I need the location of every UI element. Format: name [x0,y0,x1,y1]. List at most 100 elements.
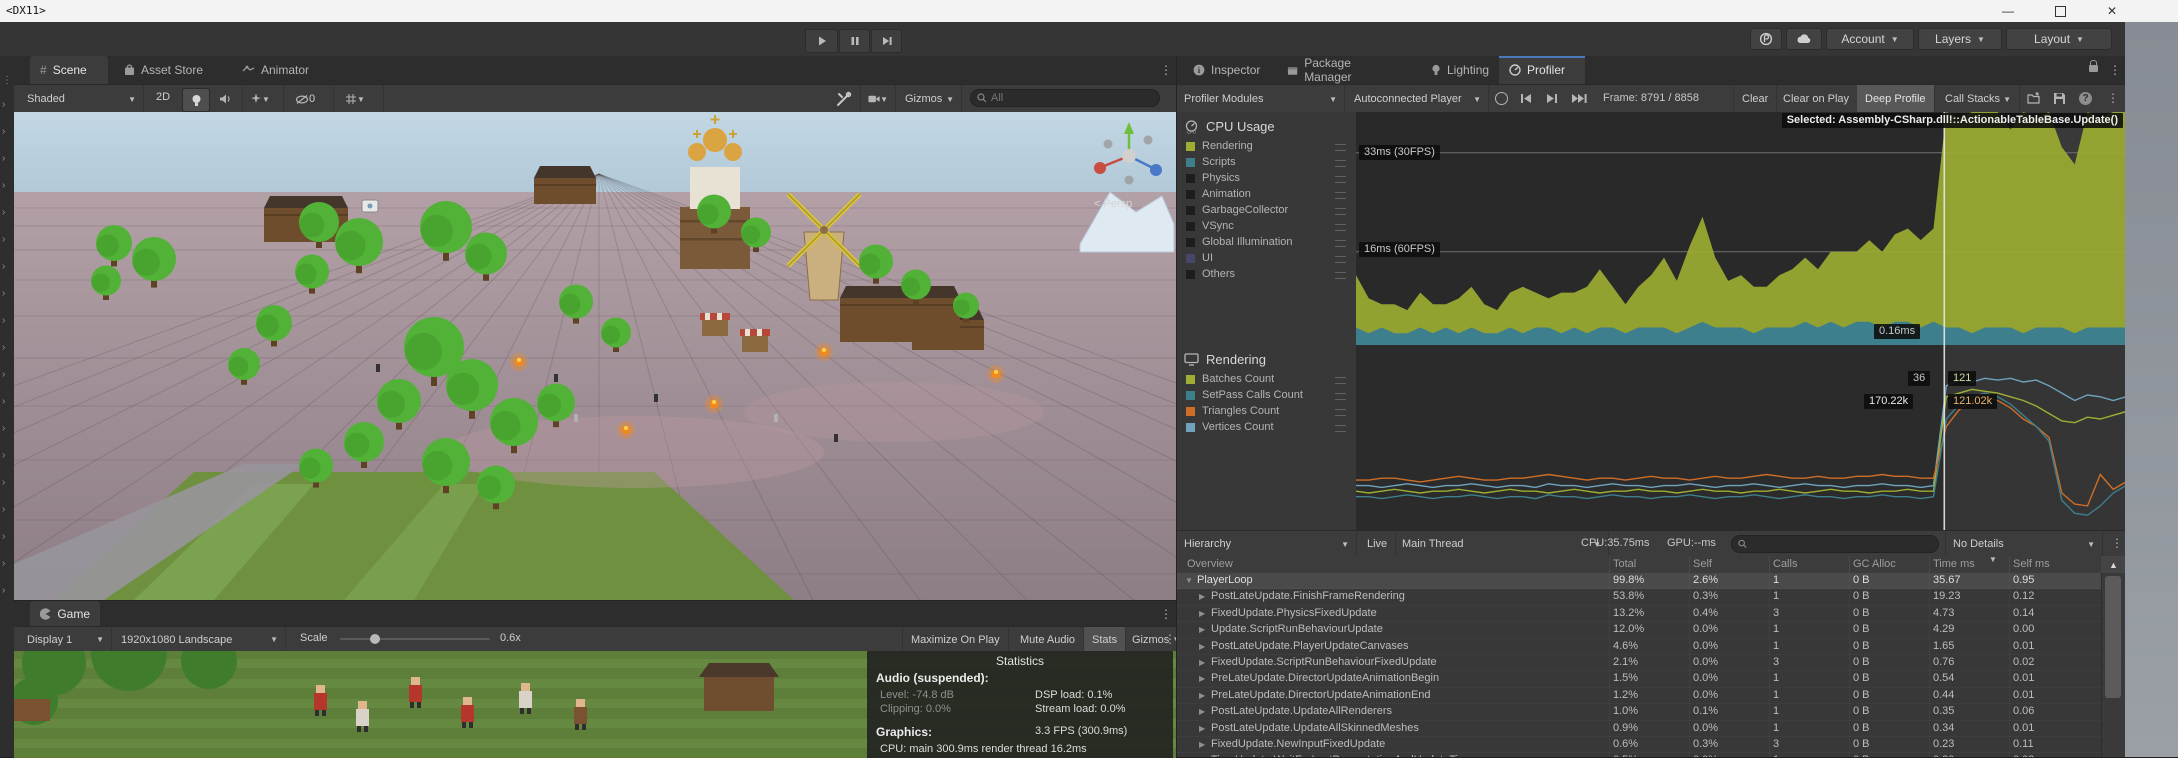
foldout-chevron-icon[interactable]: › [2,181,5,191]
save-profile-button[interactable] [2053,92,2066,108]
hierarchy-search-field[interactable] [1731,535,1939,553]
orientation-gizmo[interactable] [1086,118,1172,194]
drag-handle-icon[interactable] [1335,224,1346,231]
scene-lighting-toggle[interactable] [182,88,210,112]
profiler-panel-menu[interactable]: ⋮ [2109,63,2121,77]
cpu-module-header[interactable]: CPU CPU Usage [1177,112,1356,138]
x-axis-handle[interactable] [1094,162,1106,174]
profiler-toolbar-menu[interactable]: ⋮ [2107,91,2119,105]
col-self-ms[interactable]: Self ms [2013,558,2050,570]
table-row[interactable]: ▶FixedUpdate.ScriptRunBehaviourFixedUpda… [1177,655,2101,671]
next-frame-button[interactable] [1545,92,1559,108]
perspective-label[interactable]: < Persp [1094,198,1132,210]
game-panel-menu[interactable]: ⋮ [1160,607,1172,621]
layout-dropdown[interactable]: Layout▼ [2006,28,2112,50]
maximize-on-play-toggle[interactable]: Maximize On Play [902,627,1009,652]
scene-camera-dropdown[interactable]: ▼ [860,85,896,113]
expand-arrow-icon[interactable]: ▶ [1199,721,1205,736]
scene-panel-menu[interactable]: ⋮ [1160,63,1172,77]
table-scrollbar-thumb[interactable] [2105,576,2121,698]
drag-handle-icon[interactable] [1335,409,1346,416]
details-dropdown[interactable]: No Details▼ [1945,531,2103,557]
rendering-module-header[interactable]: Rendering [1177,345,1356,371]
table-row[interactable]: ▶Update.ScriptRunBehaviourUpdate12.0%0.0… [1177,622,2101,638]
live-toggle[interactable]: Live [1359,531,1396,557]
expand-arrow-icon[interactable]: ▶ [1199,639,1205,654]
expand-arrow-icon[interactable]: ▶ [1199,688,1205,703]
foldout-chevron-icon[interactable]: › [2,235,5,245]
call-stacks-dropdown[interactable]: Call Stacks ▼ [1937,85,2020,113]
drag-handle-icon[interactable] [1335,272,1346,279]
foldout-chevron-icon[interactable]: › [2,397,5,407]
cloud-services-button[interactable] [1786,28,1822,50]
table-row[interactable]: ▶FixedUpdate.NewInputFixedUpdate0.6%0.3%… [1177,737,2101,753]
profiler-modules-dropdown[interactable]: Profiler Modules▼ [1177,85,1345,113]
foldout-chevron-icon[interactable]: › [2,505,5,515]
foldout-chevron-icon[interactable]: › [2,289,5,299]
table-row[interactable]: ▶TimeUpdate.WaitForLastPresentationAndUp… [1177,753,2101,757]
foldout-chevron-icon[interactable]: › [2,559,5,569]
expand-arrow-icon[interactable]: ▶ [1199,671,1205,686]
drag-handle-icon[interactable] [1335,256,1346,263]
close-button[interactable]: ✕ [2092,0,2132,22]
deep-profile-toggle[interactable]: Deep Profile [1857,85,1935,113]
z-axis-handle[interactable] [1150,164,1162,176]
shading-mode-dropdown[interactable]: Shaded▼ [20,85,144,113]
account-dropdown[interactable]: Account▼ [1826,28,1914,50]
cpu-legend-item[interactable]: Animation [1177,186,1356,202]
rendering-legend-item[interactable]: Vertices Count [1177,419,1356,435]
expand-arrow-icon[interactable]: ▶ [1199,737,1205,752]
cpu-legend-item[interactable]: Rendering [1177,138,1356,154]
rendering-legend-item[interactable]: Triangles Count [1177,403,1356,419]
foldout-chevron-icon[interactable]: › [2,370,5,380]
rendering-chart[interactable]: 36 121 170.22k 121.02k [1356,345,2126,531]
play-button[interactable] [805,29,838,53]
collapsed-hierarchy-strip[interactable]: ⋮››››››››››››››››››› [0,56,15,757]
cpu-legend-item[interactable]: UI [1177,250,1356,266]
scene-tools-button[interactable] [836,91,852,110]
y-axis-cone[interactable] [1124,122,1134,134]
expand-arrow-icon[interactable]: ▶ [1199,589,1205,604]
foldout-chevron-icon[interactable]: › [2,343,5,353]
view-mode-dropdown[interactable]: Hierarchy▼ [1177,531,1357,557]
foldout-chevron-icon[interactable]: › [2,127,5,137]
rendering-legend-item[interactable]: Batches Count [1177,371,1356,387]
foldout-chevron-icon[interactable]: › [2,586,5,596]
maximize-button[interactable] [2040,0,2080,22]
lock-icon[interactable] [2089,65,2098,72]
table-row[interactable]: ▶PostLateUpdate.PlayerUpdateCanvases4.6%… [1177,639,2101,655]
stats-toggle[interactable]: Stats [1084,627,1126,652]
expand-arrow-icon[interactable]: ▶ [1199,622,1205,637]
tab-inspector[interactable]: i Inspector [1183,56,1277,84]
resolution-dropdown[interactable]: 1920x1080 Landscape▼ [114,627,286,652]
tab-scene[interactable]: # Scene [30,56,108,84]
drag-handle-icon[interactable] [1335,240,1346,247]
col-self[interactable]: Self [1693,558,1712,570]
cpu-legend-item[interactable]: GarbageCollector [1177,202,1356,218]
drag-handle-icon[interactable] [1335,144,1346,151]
strip-menu[interactable]: ⋮ [2,76,12,86]
load-profile-button[interactable] [2027,92,2042,108]
help-icon[interactable]: ? [2079,92,2092,105]
tab-profiler[interactable]: Profiler [1499,56,1585,84]
prev-frame-button[interactable] [1519,92,1533,108]
table-row[interactable]: ▶PreLateUpdate.DirectorUpdateAnimationEn… [1177,688,2101,704]
tab-game[interactable]: Game [30,601,100,626]
expand-arrow-icon[interactable]: ▶ [1199,753,1205,757]
gizmo-center[interactable] [1122,149,1136,163]
table-row[interactable]: ▶PostLateUpdate.UpdateAllSkinnedMeshes0.… [1177,721,2101,737]
scene-search-field[interactable]: All [970,89,1160,107]
layers-dropdown[interactable]: Layers▼ [1918,28,2002,50]
foldout-chevron-icon[interactable]: › [2,451,5,461]
foldout-chevron-icon[interactable]: › [2,262,5,272]
table-row[interactable]: ▼PlayerLoop99.8%2.6%10 B35.670.95 [1177,573,2101,589]
table-row[interactable]: ▶PostLateUpdate.FinishFrameRendering53.8… [1177,589,2101,605]
tab-asset-store[interactable]: Asset Store [114,56,226,84]
game-viewport[interactable]: Statistics Audio (suspended): Level: -74… [14,651,1176,758]
foldout-chevron-icon[interactable]: › [2,478,5,488]
drag-handle-icon[interactable] [1335,377,1346,384]
scene-grid-dropdown[interactable]: ▼ [338,85,384,113]
drag-handle-icon[interactable] [1335,393,1346,400]
scene-gizmos-dropdown[interactable]: Gizmos▼ [898,85,962,113]
scale-slider-knob[interactable] [370,634,380,644]
